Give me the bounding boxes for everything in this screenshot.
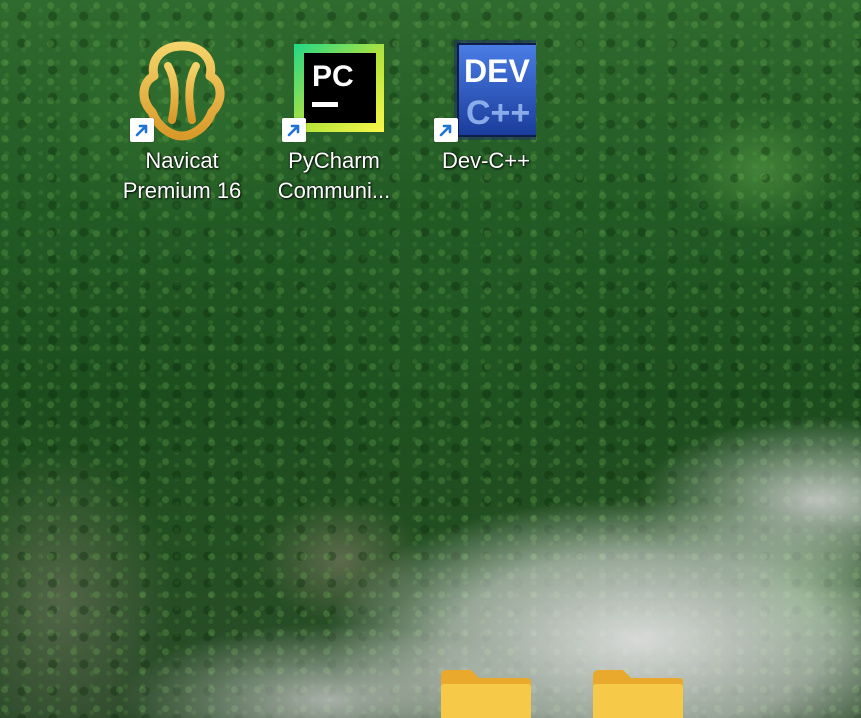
pycharm-logo-text: PC — [312, 60, 354, 93]
devcpp-logo-top: DEV — [464, 53, 530, 89]
icon-label: Navicat Premium 16 — [112, 146, 252, 206]
desktop-folder[interactable] — [591, 668, 685, 718]
icon-label-line1: Dev-C++ — [441, 148, 531, 173]
devcpp-logo-bottom: C++ — [466, 94, 530, 132]
icon-label: PyCharm Communi... — [264, 146, 404, 206]
shortcut-arrow-icon — [282, 118, 306, 142]
desktop-icon-devcpp[interactable]: DEV C++ Dev-C++ — [416, 40, 556, 180]
desktop-icon-pycharm[interactable]: PC PyCharm Communi... — [264, 40, 404, 210]
icon-label-line2: Communi... — [277, 178, 391, 203]
shortcut-arrow-icon — [434, 118, 458, 142]
icon-label: Dev-C++ — [416, 146, 556, 176]
icon-label-line2: Premium 16 — [122, 178, 242, 203]
shortcut-arrow-icon — [130, 118, 154, 142]
folder-icon — [441, 670, 531, 718]
icon-label-line1: Navicat — [145, 148, 219, 173]
desktop-folder[interactable] — [439, 668, 533, 718]
icon-label-line1: PyCharm — [288, 148, 380, 173]
desktop-icon-navicat[interactable]: Navicat Premium 16 — [112, 40, 252, 210]
folder-icon — [593, 670, 683, 718]
